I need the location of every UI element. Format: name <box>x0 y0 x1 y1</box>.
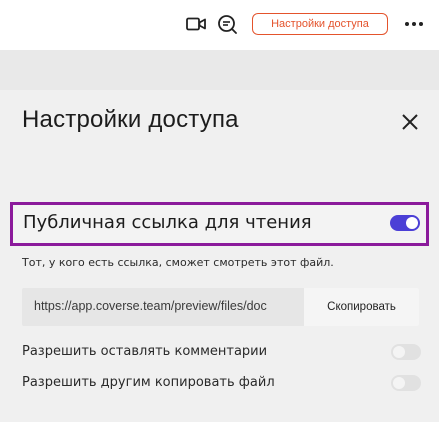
share-link-url[interactable]: https://app.coverse.team/preview/files/d… <box>34 299 302 313</box>
public-link-label: Публичная ссылка для чтения <box>23 212 312 233</box>
toggle-knob <box>393 346 405 358</box>
toggle-knob <box>393 377 405 389</box>
more-icon[interactable] <box>404 16 424 32</box>
allow-copy-toggle[interactable] <box>391 375 421 391</box>
copy-link-button[interactable]: Скопировать <box>304 288 419 326</box>
close-icon[interactable] <box>400 112 420 132</box>
access-settings-dialog: Настройки доступа Публичная ссылка для ч… <box>0 90 439 422</box>
backdrop <box>0 50 439 90</box>
link-description: Тот, у кого есть ссылка, сможет смотреть… <box>22 256 334 269</box>
public-link-row[interactable]: Публичная ссылка для чтения <box>10 202 429 246</box>
video-icon[interactable] <box>186 16 206 32</box>
option-label: Разрешить оставлять комментарии <box>22 344 268 359</box>
toggle-knob <box>406 217 418 229</box>
allow-comments-toggle[interactable] <box>391 344 421 360</box>
public-link-toggle[interactable] <box>390 215 420 231</box>
option-allow-comments[interactable]: Разрешить оставлять комментарии <box>22 342 421 362</box>
option-allow-copy[interactable]: Разрешить другим копировать файл <box>22 373 421 393</box>
link-box: https://app.coverse.team/preview/files/d… <box>22 288 419 326</box>
dialog-title: Настройки доступа <box>22 106 239 133</box>
access-settings-button[interactable]: Настройки доступа <box>252 13 388 35</box>
top-toolbar: Настройки доступа <box>0 0 439 50</box>
comment-search-icon[interactable] <box>217 14 237 34</box>
option-label: Разрешить другим копировать файл <box>22 375 275 390</box>
